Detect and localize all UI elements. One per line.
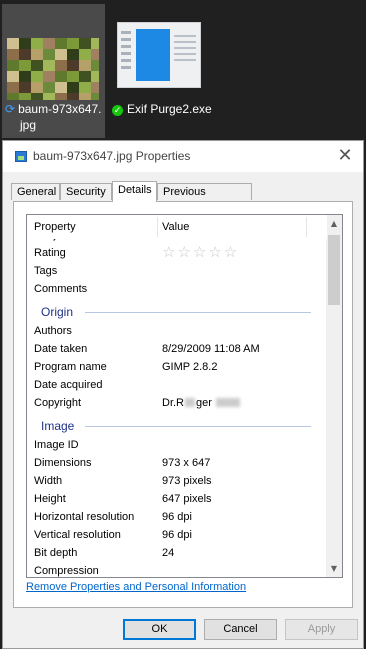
row-bit-depth[interactable]: Bit depth 24: [34, 547, 174, 559]
scroll-down-arrow-icon[interactable]: ▼: [326, 560, 342, 577]
tab-security[interactable]: Security: [60, 183, 112, 200]
details-panel: Subject Rating ☆☆☆☆☆ Tags Comments Origi…: [13, 201, 353, 608]
column-value[interactable]: Value: [162, 221, 189, 233]
file-exif-purge[interactable]: ✓ Exif Purge2.exe: [112, 4, 212, 138]
row-date-taken[interactable]: Date taken 8/29/2009 11:08 AM: [34, 343, 260, 355]
close-icon[interactable]: ✕: [335, 145, 355, 166]
sync-icon: ⟳: [5, 102, 16, 116]
group-origin-line: [85, 312, 311, 313]
apply-button[interactable]: Apply: [285, 619, 358, 640]
redacted-block: [215, 398, 240, 407]
title-bar: baum-973x647.jpg Properties ✕: [3, 141, 363, 172]
property-list[interactable]: Subject Rating ☆☆☆☆☆ Tags Comments Origi…: [26, 214, 343, 578]
row-compression-partial: Compression: [34, 565, 99, 577]
remove-properties-link[interactable]: Remove Properties and Personal Informati…: [26, 581, 246, 593]
row-horizontal-resolution[interactable]: Horizontal resolution 96 dpi: [34, 511, 192, 523]
vertical-scrollbar[interactable]: ▲ ▼: [326, 215, 342, 577]
row-image-id[interactable]: Image ID: [34, 439, 79, 451]
image-file-icon: [15, 151, 27, 162]
tab-general[interactable]: General: [11, 183, 60, 200]
row-comments[interactable]: Comments: [34, 283, 87, 295]
row-program-name[interactable]: Program name GIMP 2.8.2: [34, 361, 217, 373]
exe-thumbnail: [117, 22, 201, 88]
row-width[interactable]: Width 973 pixels: [34, 475, 212, 487]
file-baum-jpg[interactable]: ⟳ baum-973x647. jpg: [2, 4, 105, 138]
group-image-line: [85, 426, 311, 427]
group-image: Image: [41, 419, 75, 433]
row-date-acquired[interactable]: Date acquired: [34, 379, 103, 391]
row-authors[interactable]: Authors: [34, 325, 72, 337]
column-divider[interactable]: [157, 217, 158, 237]
row-rating[interactable]: Rating ☆☆☆☆☆: [34, 244, 237, 261]
column-header: Property Value: [27, 215, 327, 239]
cancel-button[interactable]: Cancel: [204, 619, 277, 640]
photo-thumbnail: [7, 38, 99, 100]
row-copyright[interactable]: Copyright Dr.R ger: [34, 397, 240, 409]
scroll-thumb[interactable]: [328, 235, 340, 305]
check-circle-icon: ✓: [112, 105, 123, 116]
row-vertical-resolution[interactable]: Vertical resolution 96 dpi: [34, 529, 192, 541]
copyright-value: Dr.R ger: [162, 397, 241, 409]
file-label-exif: ✓ Exif Purge2.exe: [112, 102, 212, 116]
dialog-title: baum-973x647.jpg Properties: [33, 149, 191, 163]
ok-button[interactable]: OK: [123, 619, 196, 640]
properties-dialog: baum-973x647.jpg Properties ✕ General Se…: [2, 140, 364, 649]
tab-details[interactable]: Details: [112, 181, 157, 202]
file-label-baum: ⟳ baum-973x647. jpg: [5, 102, 102, 132]
row-height[interactable]: Height 647 pixels: [34, 493, 212, 505]
tab-previous-versions[interactable]: Previous Versions: [157, 183, 252, 215]
row-dimensions[interactable]: Dimensions 973 x 647: [34, 457, 210, 469]
scroll-up-arrow-icon[interactable]: ▲: [326, 215, 342, 232]
column-divider-end[interactable]: [306, 217, 307, 237]
column-property[interactable]: Property: [34, 221, 76, 233]
row-tags[interactable]: Tags: [34, 265, 57, 277]
desktop: ⟳ baum-973x647. jpg ✓ Exif Purge2.exe: [0, 0, 366, 140]
group-origin: Origin: [41, 305, 74, 319]
rating-stars[interactable]: ☆☆☆☆☆: [162, 243, 239, 261]
